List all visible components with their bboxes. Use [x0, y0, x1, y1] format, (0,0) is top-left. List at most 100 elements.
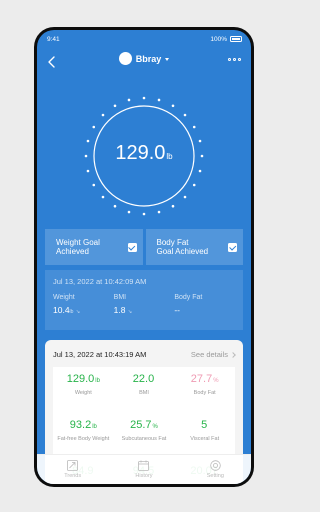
status-right: 100%	[210, 36, 242, 43]
more-dot-icon	[233, 58, 236, 61]
nav-setting[interactable]: Setting	[180, 455, 251, 484]
previous-weight-label: Weight	[53, 294, 75, 301]
metric-unit: %	[213, 378, 219, 384]
card-header: Jul 13, 2022 at 10:43:19 AM See details	[53, 350, 236, 359]
metric-number: 129.0	[66, 373, 95, 385]
checkbox-checked-icon	[228, 242, 237, 252]
gauge-tick-dot	[142, 96, 146, 100]
gauge-tick-dot	[157, 210, 161, 214]
gauge-tick-dot	[183, 195, 187, 199]
nav-trends[interactable]: Trends	[37, 455, 108, 484]
see-details-label: See details	[190, 350, 228, 359]
previous-weight: Weight 10.4lb ↘	[53, 294, 114, 315]
weight-goal-badge: Weight Goal Achieved	[45, 229, 143, 265]
gauge-tick-dot	[127, 210, 131, 214]
metric-label: Visceral Fat	[190, 436, 220, 442]
metric-number: 27.7	[190, 373, 213, 385]
metric-number: 25.7	[130, 419, 152, 431]
gauge-tick-dot	[101, 113, 105, 117]
gauge-tick-dot	[92, 183, 96, 187]
gauge-tick-dot	[113, 104, 117, 108]
previous-bmi-number: 1.8	[113, 305, 126, 315]
previous-bmi-label: BMI	[113, 294, 127, 301]
metric-unit: lb	[92, 424, 97, 430]
trend-arrow-icon: ↘	[127, 309, 133, 315]
metric-value: 93.2lb	[53, 419, 114, 431]
metric-item: 27.7% Body Fat	[174, 373, 235, 419]
gauge-tick-dot	[192, 183, 196, 187]
metric-unit: lb	[95, 378, 100, 384]
more-options-button[interactable]	[228, 58, 241, 61]
avatar	[118, 52, 132, 65]
gauge-number: 129.0	[115, 142, 166, 164]
metric-item: 22.0 BMI	[114, 373, 175, 419]
latest-date: Jul 13, 2022 at 10:43:19 AM	[53, 350, 147, 359]
gauge-unit: lb	[166, 152, 173, 161]
history-icon	[138, 460, 150, 471]
setting-icon	[210, 460, 221, 471]
phone-frame: 9:41 100% Bbray 129.0lb Weight Goal Achi…	[34, 27, 254, 487]
chevron-down-icon	[165, 57, 170, 61]
nav-trends-label: Trends	[64, 473, 82, 479]
metric-label: Fat-free Body Weight	[57, 436, 110, 442]
metric-number: 93.2	[69, 419, 92, 431]
battery-percent: 100%	[210, 35, 227, 43]
gauge-tick-dot	[157, 98, 161, 102]
more-dot-icon	[238, 58, 241, 61]
goal-badges: Weight Goal Achieved Body Fat Goal Achie…	[45, 229, 243, 265]
app-screen: 9:41 100% Bbray 129.0lb Weight Goal Achi…	[37, 30, 251, 484]
metric-value: 5	[174, 419, 235, 431]
gauge-tick-dot	[171, 204, 175, 208]
more-dot-icon	[228, 58, 231, 61]
battery-icon	[230, 36, 242, 42]
gauge-value: 129.0lb	[84, 142, 204, 165]
metric-item: 129.0lb Weight	[53, 373, 114, 419]
gauge-tick-dot	[86, 169, 90, 173]
previous-bmi: BMI 1.8 ↘	[114, 294, 175, 315]
see-details-link[interactable]: See details	[190, 350, 236, 359]
gauge-tick-dot	[101, 195, 105, 199]
metric-value: 22.0	[114, 373, 175, 385]
trend-arrow-icon: ↘	[75, 309, 81, 315]
weight-goal-label: Weight Goal Achieved	[56, 238, 100, 256]
weight-gauge: 129.0lb	[84, 90, 204, 220]
nav-history[interactable]: History	[108, 455, 179, 484]
metric-label: Body Fat	[193, 390, 216, 396]
body-fat-goal-badge: Body Fat Goal Achieved	[145, 229, 243, 265]
nav-setting-label: Setting	[206, 473, 224, 479]
metric-value: 25.7%	[114, 419, 175, 431]
previous-weight-unit: lb	[69, 309, 74, 315]
gauge-tick-dot	[142, 212, 146, 216]
previous-body-fat: Body Fat --	[174, 294, 235, 315]
previous-measurement[interactable]: Jul 13, 2022 at 10:42:09 AM Weight 10.4l…	[45, 270, 243, 330]
previous-date: Jul 13, 2022 at 10:42:09 AM	[53, 277, 147, 286]
gauge-tick-dot	[183, 113, 187, 117]
previous-body-fat-value: --	[174, 305, 235, 315]
metric-unit: %	[152, 424, 158, 430]
previous-weight-number: 10.4	[53, 305, 70, 315]
metric-number: 22.0	[132, 373, 155, 385]
gauge-tick-dot	[192, 125, 196, 129]
user-name: Bbray	[135, 53, 162, 64]
previous-bmi-value: 1.8 ↘	[114, 305, 175, 315]
nav-history-label: History	[135, 473, 153, 479]
metric-number: 5	[201, 419, 208, 431]
gauge-tick-dot	[171, 104, 175, 108]
metric-value: 27.7%	[174, 373, 235, 385]
previous-weight-value: 10.4lb ↘	[53, 305, 114, 315]
bottom-nav: Trends History Setting	[37, 454, 251, 484]
user-selector[interactable]: Bbray	[37, 52, 251, 65]
status-time: 9:41	[47, 35, 60, 43]
gauge-tick-dot	[92, 125, 96, 129]
previous-body-fat-number: --	[174, 305, 181, 315]
metric-value: 129.0lb	[53, 373, 114, 385]
gauge-tick-dot	[113, 204, 117, 208]
gauge-tick-dot	[127, 98, 131, 102]
metric-label: Subcutaneous Fat	[121, 436, 167, 442]
metric-label: BMI	[139, 390, 149, 396]
trends-icon	[67, 460, 79, 471]
gauge-tick-dot	[198, 169, 202, 173]
top-bar: Bbray	[37, 50, 251, 74]
body-fat-goal-label: Body Fat Goal Achieved	[156, 238, 209, 256]
status-bar: 9:41 100%	[37, 30, 251, 48]
